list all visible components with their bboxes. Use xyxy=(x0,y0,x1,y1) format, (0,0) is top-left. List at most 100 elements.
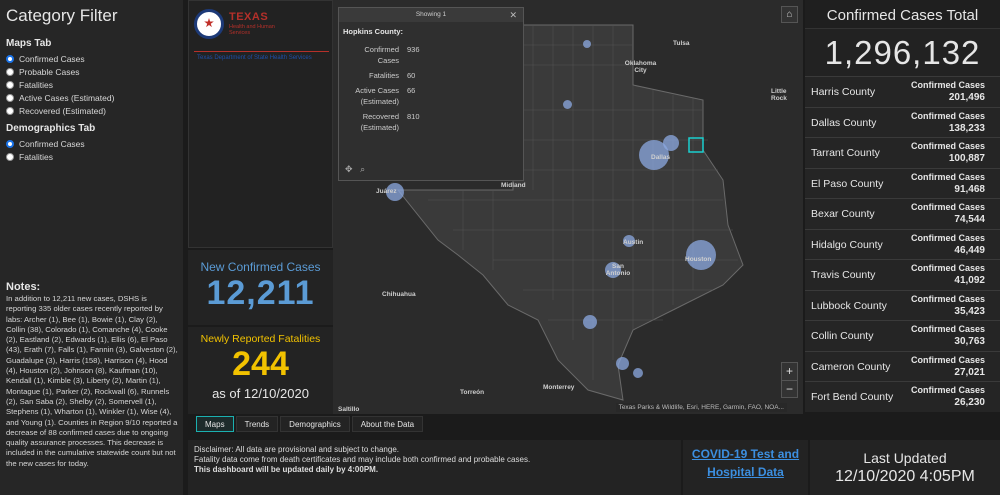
collin-bubble[interactable] xyxy=(663,135,679,151)
tab-demographics[interactable]: Demographics xyxy=(280,416,350,432)
popup-tools: ✥ ⌕ xyxy=(345,164,365,175)
radio-button-icon[interactable] xyxy=(6,67,14,76)
place-label: Monterrey xyxy=(543,384,575,391)
radio-label: Active Cases (Estimated) xyxy=(19,92,115,103)
county-name: El Paso County xyxy=(811,177,884,190)
radio-label: Confirmed Cases xyxy=(19,53,85,64)
last-updated-label: Last Updated xyxy=(863,450,947,466)
laredo-bubble[interactable] xyxy=(583,315,597,329)
county-name: Fort Bend County xyxy=(811,391,894,403)
county-name: Cameron County xyxy=(811,360,891,373)
county-row[interactable]: Lubbock County Confirmed Cases 35,423 xyxy=(805,289,1000,320)
place-label: Oklahoma City xyxy=(624,60,657,74)
popup-field-label: Recovered (Estimated) xyxy=(360,112,399,132)
radio-button-icon[interactable] xyxy=(6,80,14,89)
county-row[interactable]: Harris County Confirmed Cases 201,496 xyxy=(805,76,1000,107)
zoom-to-icon[interactable]: ⌕ xyxy=(360,164,365,174)
covid-test-link-panel: COVID-19 Test and Hospital Data xyxy=(683,440,808,495)
maps-radio-option[interactable]: Probable Cases xyxy=(6,65,177,78)
confirmed-total-title: Confirmed Cases Total xyxy=(826,7,979,24)
popup-field-label: Active Cases (Estimated) xyxy=(355,86,399,106)
tab-maps[interactable]: Maps xyxy=(196,416,234,432)
county-name: Collin County xyxy=(811,330,874,342)
place-label: Chihuahua xyxy=(382,291,416,298)
home-icon[interactable]: ⌂ xyxy=(781,6,798,23)
county-row[interactable]: El Paso County Confirmed Cases 91,468 xyxy=(805,167,1000,198)
county-list[interactable]: Harris County Confirmed Cases 201,496 Dalla… xyxy=(805,76,1000,412)
county-row[interactable]: Cameron County Confirmed Cases 27,021 xyxy=(805,350,1000,381)
houston-bubble[interactable] xyxy=(686,240,716,270)
logo-texas-text: TEXAS xyxy=(229,11,269,23)
category-filter-panel: Category Filter Maps Tab Confirmed Cases… xyxy=(0,0,183,495)
as-of-date: as of 12/10/2020 xyxy=(212,386,309,401)
county-row[interactable]: Travis County Confirmed Cases 41,092 xyxy=(805,259,1000,290)
place-label: Dallas xyxy=(651,154,671,161)
county-metric-label: Confirmed Cases xyxy=(910,80,985,90)
county-row[interactable]: Collin County Confirmed Cases 30,763 xyxy=(805,320,1000,351)
popup-row: Fatalities 60 xyxy=(343,68,424,83)
cameron-bubble[interactable] xyxy=(633,368,643,378)
demographics-radio-option[interactable]: Confirmed Cases xyxy=(6,137,177,150)
popup-field-label: Fatalities xyxy=(368,71,399,80)
close-icon[interactable]: ✕ xyxy=(509,8,517,22)
county-name: Travis County xyxy=(811,269,876,281)
county-metric-label: Confirmed Cases xyxy=(910,232,985,243)
county-metric-label: Confirmed Cases xyxy=(910,324,985,334)
county-metric-label: Confirmed Cases xyxy=(910,293,985,304)
maps-radio-option[interactable]: Recovered (Estimated) xyxy=(6,104,177,117)
new-fatalities-value: 244 xyxy=(232,345,289,383)
lubbock-bubble[interactable] xyxy=(563,100,572,109)
county-row[interactable]: Dallas County Confirmed Cases 138,233 xyxy=(805,106,1000,137)
amarillo-bubble[interactable] xyxy=(583,40,591,48)
place-label: Saltillo xyxy=(338,406,360,413)
county-name: Harris County xyxy=(811,86,876,98)
demographics-radio-option[interactable]: Fatalities xyxy=(6,150,177,163)
popup-field-value: 60 xyxy=(407,71,416,80)
disclaimer-line-1: Disclaimer: All data are provisional and… xyxy=(194,445,399,454)
texas-map[interactable]: Tulsa Oklahoma City Little Rock Dallas M… xyxy=(333,0,803,414)
county-name: Lubbock County xyxy=(811,299,887,312)
tab-trends[interactable]: Trends xyxy=(235,416,279,432)
maps-radio-option[interactable]: Confirmed Cases xyxy=(6,52,177,65)
county-name: Bexar County xyxy=(811,208,875,220)
zoom-in-button[interactable]: + xyxy=(782,363,797,381)
county-value: 30,763 xyxy=(954,336,985,347)
new-fatalities-label: Newly Reported Fatalities xyxy=(200,333,321,345)
radio-label: Probable Cases xyxy=(19,66,80,77)
disclaimer: Disclaimer: All data are provisional and… xyxy=(188,440,681,495)
county-row[interactable]: Bexar County Confirmed Cases 74,544 xyxy=(805,198,1000,229)
county-row[interactable]: Hidalgo County Confirmed Cases 46,449 xyxy=(805,228,1000,259)
zoom-out-button[interactable]: − xyxy=(782,381,797,398)
maps-radio-option[interactable]: Fatalities xyxy=(6,78,177,91)
popup-table: Confirmed Cases 936 Fatalities 60 Active Cas… xyxy=(343,42,424,135)
popup-header-text: Showing 1 xyxy=(415,11,447,18)
popup-field-value: 810 xyxy=(407,112,420,121)
county-value: 46,449 xyxy=(954,244,985,256)
radio-button-icon[interactable] xyxy=(6,106,14,115)
texas-seal-logo xyxy=(194,9,224,39)
pan-icon[interactable]: ✥ xyxy=(345,164,353,174)
county-metric-label: Confirmed Cases xyxy=(910,110,985,121)
county-name: Tarrant County xyxy=(811,147,880,159)
map-attribution: Texas Parks & Wildlife, Esri, HERE, Garm… xyxy=(615,403,787,412)
radio-label: Fatalities xyxy=(19,79,54,90)
new-cases-card: New Confirmed Cases 12,211 xyxy=(188,250,333,325)
county-value: 138,233 xyxy=(948,122,985,134)
maps-radio-option[interactable]: Active Cases (Estimated) xyxy=(6,91,177,104)
radio-button-icon[interactable] xyxy=(6,54,14,63)
tab-about-the-data[interactable]: About the Data xyxy=(351,416,424,432)
county-metric-label: Confirmed Cases xyxy=(910,385,985,395)
radio-button-icon[interactable] xyxy=(6,152,14,161)
radio-button-icon[interactable] xyxy=(6,93,14,102)
radio-button-icon[interactable] xyxy=(6,139,14,148)
popup-header: Showing 1 ✕ xyxy=(339,8,523,22)
last-updated-value: 12/10/2020 4:05PM xyxy=(835,468,975,485)
county-row[interactable]: Tarrant County Confirmed Cases 100,887 xyxy=(805,137,1000,168)
popup-county-name: Hopkins County: xyxy=(343,27,403,36)
disclaimer-line-2: Fatality data come from death certificat… xyxy=(194,455,531,464)
county-row[interactable]: Fort Bend County Confirmed Cases 26,230 xyxy=(805,381,1000,412)
county-metric-label: Confirmed Cases xyxy=(910,202,985,212)
hidalgo-bubble[interactable] xyxy=(616,357,629,370)
confirmed-total-value: 1,296,132 xyxy=(805,28,1000,76)
covid-test-hospital-link[interactable]: COVID-19 Test and Hospital Data xyxy=(692,447,799,479)
